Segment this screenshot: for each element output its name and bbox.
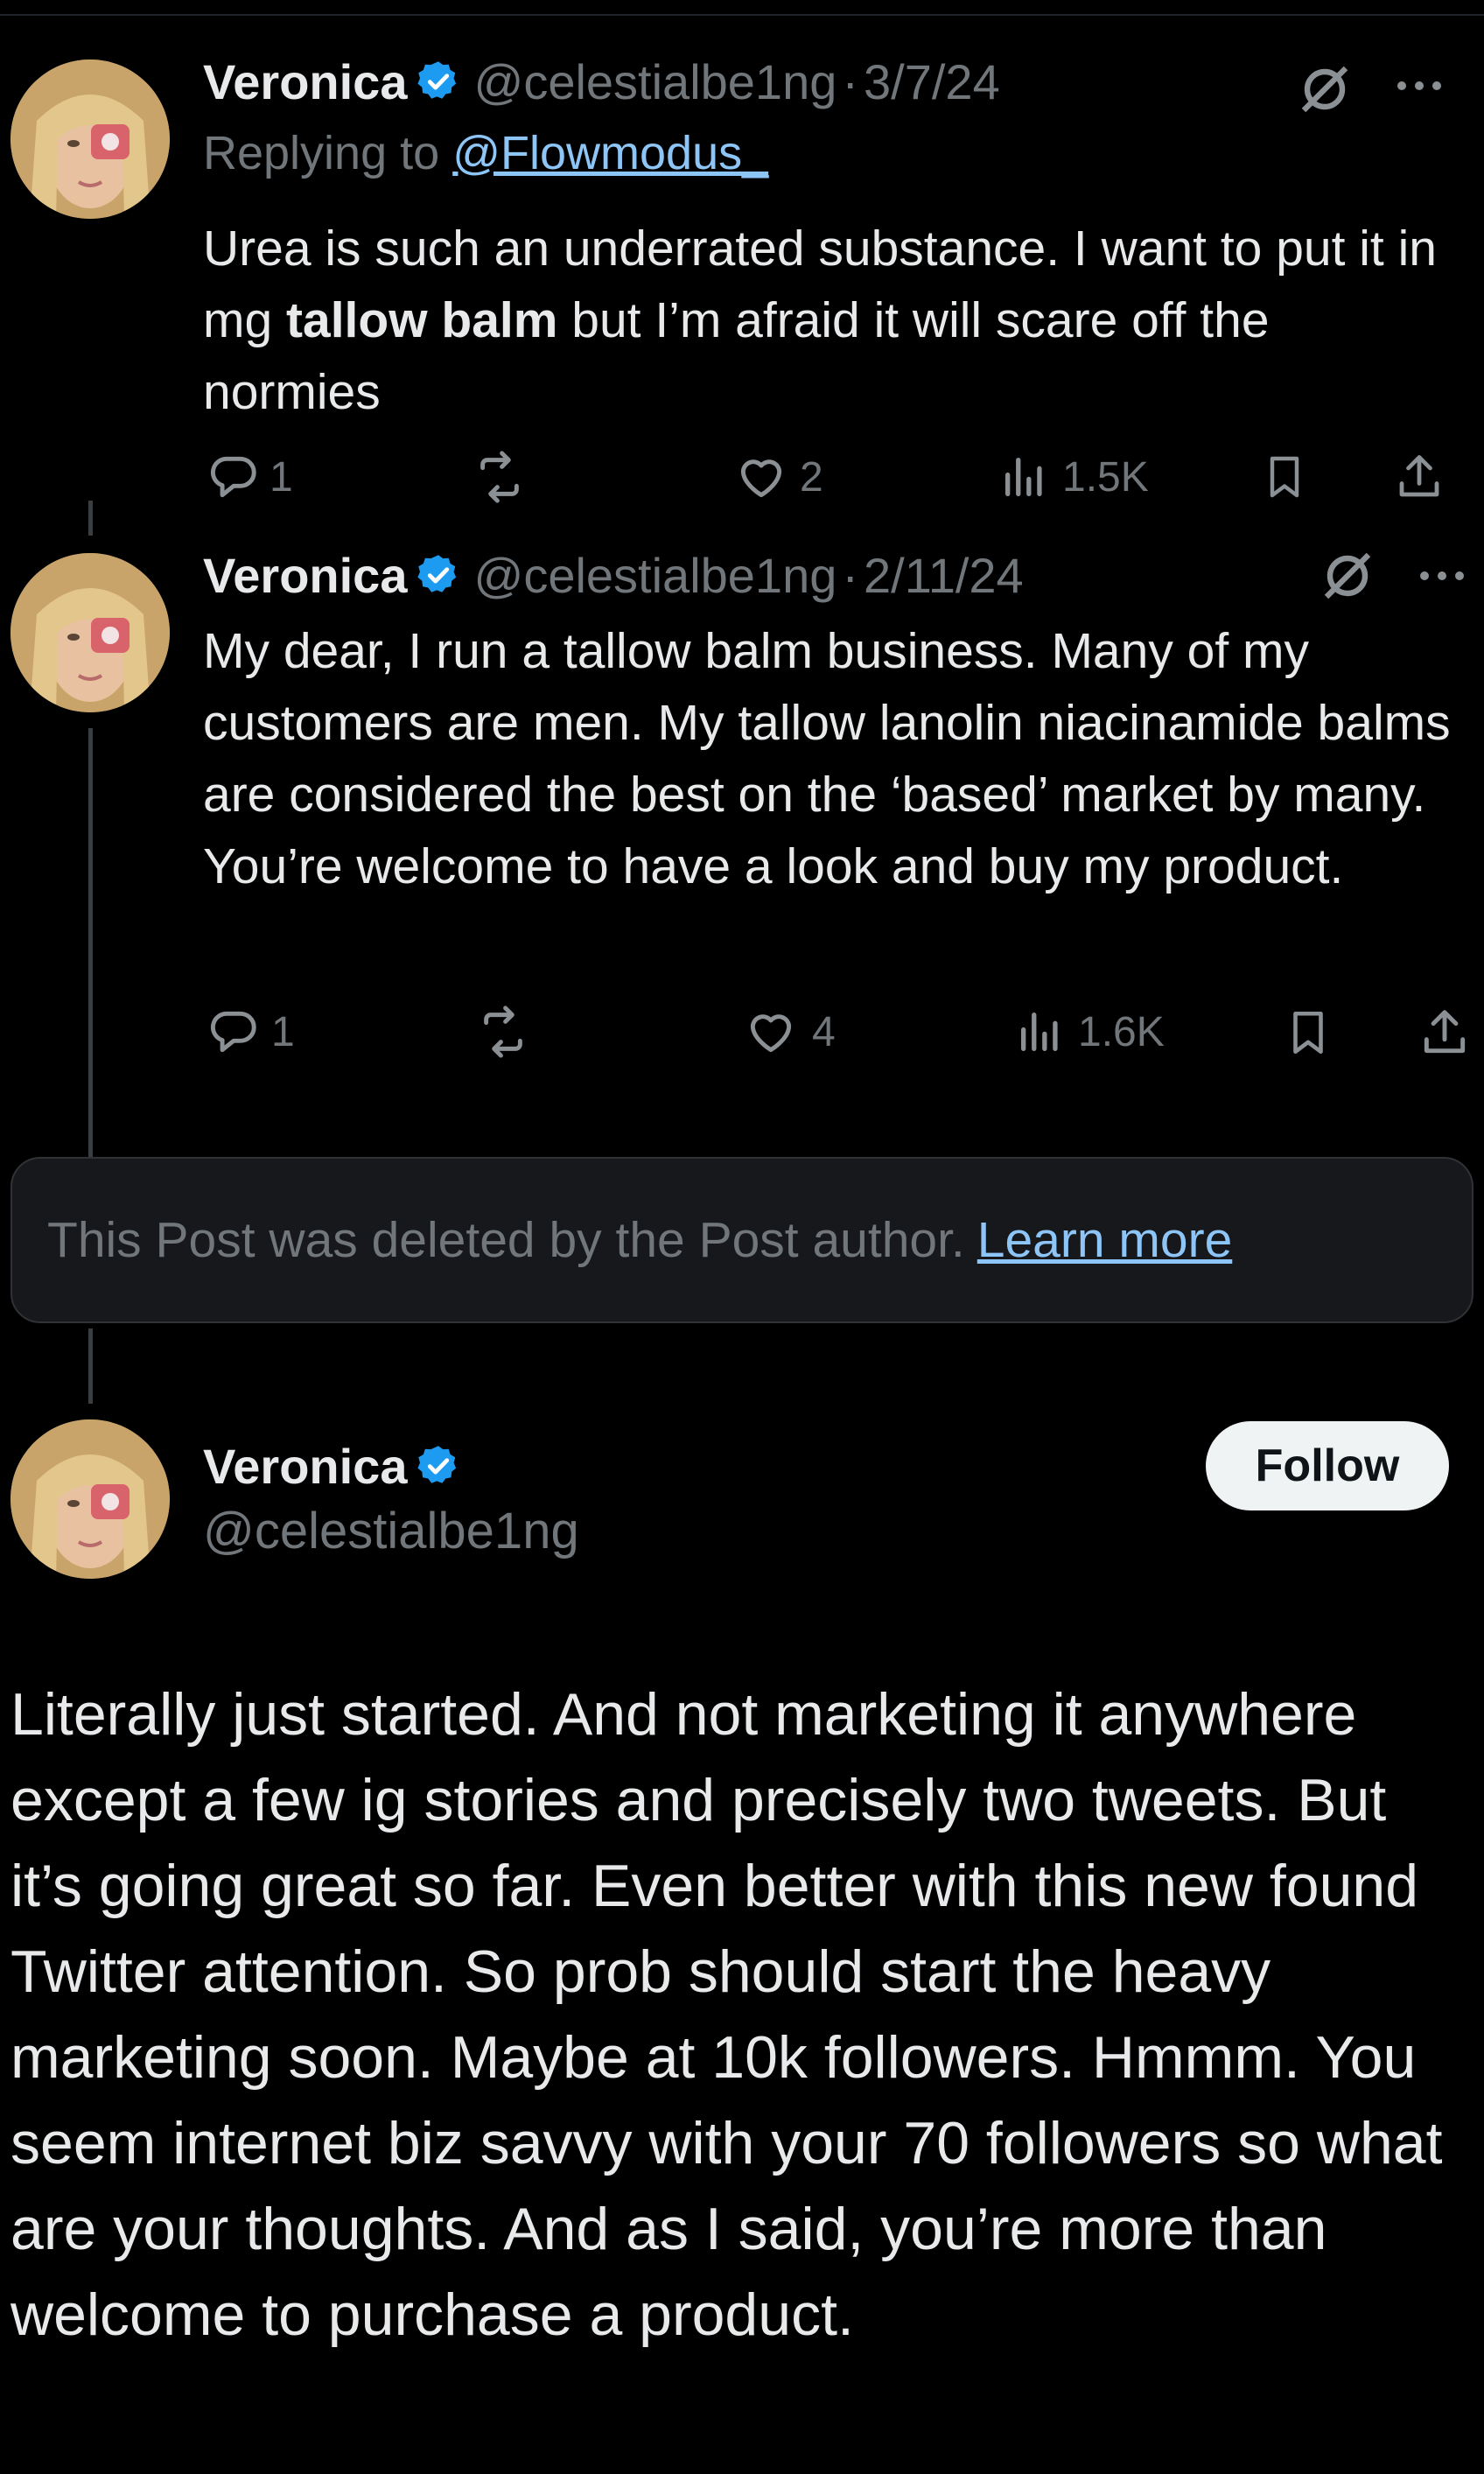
text-bold: tallow balm [286,292,558,348]
like-icon [750,1014,792,1053]
main-post-text: Literally just started. And not marketin… [10,1681,1443,2348]
views-icon [1005,458,1042,496]
replying-prefix: Replying to [203,127,440,179]
reply-count: 1 [271,1008,295,1055]
author-handle[interactable]: @celestialbe1ng [473,53,836,110]
author-name[interactable]: Veronica [203,53,407,110]
grok-icon[interactable] [1297,61,1353,117]
learn-more-link[interactable]: Learn more [977,1211,1233,1269]
deleted-notice-text: This Post was deleted by the Post author… [47,1212,965,1268]
reply-button[interactable]: 1 [206,1005,295,1059]
verified-badge-icon [417,61,457,99]
deleted-post-notice: This Post was deleted by the Post author… [10,1157,1474,1323]
reply-button[interactable]: 1 [206,450,293,504]
like-button[interactable]: 4 [742,1005,836,1059]
follow-button[interactable]: Follow [1206,1421,1449,1510]
more-icon[interactable] [1418,565,1466,586]
verified-badge-icon [417,555,457,592]
thread-line [88,728,93,1157]
repost-button[interactable] [471,450,528,504]
grok-icon[interactable] [1320,548,1376,604]
views-button[interactable]: 1.6K [1015,1005,1165,1059]
more-icon[interactable] [1395,75,1444,96]
repost-button[interactable] [474,1005,532,1059]
bookmark-icon[interactable] [1260,450,1309,504]
author-handle[interactable]: @celestialbe1ng [473,547,836,604]
avatar[interactable] [10,1419,170,1579]
separator: · [842,53,859,109]
author-handle[interactable]: @celestialbe1ng [203,1502,579,1560]
tweet2-text: My dear, I run a tallow balm business. M… [203,623,1451,894]
top-divider [0,14,1484,16]
tweet1-header: Veronica @celestialbe1ng · 3/7/24 [203,51,1000,112]
thread-connector [88,501,93,536]
like-icon [740,459,782,498]
post-date[interactable]: 2/11/24 [864,547,1024,604]
separator: · [842,547,859,603]
tweet2-header: Veronica @celestialbe1ng · 2/11/24 [203,544,1024,606]
repost-icon [480,451,519,503]
thread-connector [88,1328,93,1404]
reply-icon [210,456,256,498]
replying-to: Replying to @Flowmodus_ [203,126,768,180]
like-count: 4 [812,1008,836,1055]
reply-icon [210,1011,256,1053]
verified-badge-icon [417,1446,457,1483]
reply-count: 1 [270,453,293,501]
post-date[interactable]: 3/7/24 [864,53,1000,110]
main-post-header: Veronica [203,1435,461,1496]
share-icon[interactable] [1418,1005,1472,1061]
views-count: 1.6K [1078,1008,1165,1055]
share-icon[interactable] [1393,450,1446,504]
views-count: 1.5K [1062,453,1149,501]
like-button[interactable]: 2 [733,450,823,504]
avatar[interactable] [10,60,170,219]
like-count: 2 [800,453,823,501]
tweet1-text: Urea is such an underrated substance. I … [203,213,1446,428]
avatar[interactable] [10,553,170,712]
views-button[interactable]: 1.5K [999,450,1149,504]
views-icon [1021,1013,1058,1051]
author-name[interactable]: Veronica [203,1438,407,1495]
author-name[interactable]: Veronica [203,547,407,604]
replying-to-link[interactable]: @Flowmodus_ [452,127,768,179]
bookmark-icon[interactable] [1283,1005,1334,1061]
repost-icon [484,1006,522,1058]
